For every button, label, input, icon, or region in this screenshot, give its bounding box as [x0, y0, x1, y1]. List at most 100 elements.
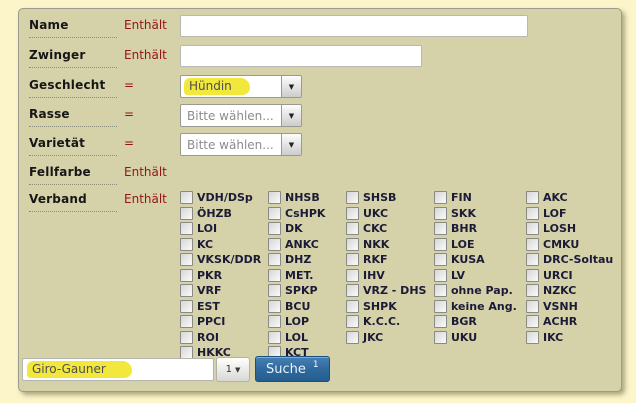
- checkbox-item-ihv[interactable]: IHV: [346, 268, 434, 284]
- checkbox-item-akc[interactable]: AKC: [526, 190, 621, 206]
- checkbox-box[interactable]: [434, 253, 447, 266]
- checkbox-item-uku[interactable]: UKU: [434, 330, 526, 346]
- checkbox-item-bgr[interactable]: BGR: [434, 314, 526, 330]
- quick-search-input[interactable]: Giro-Gauner: [22, 358, 214, 381]
- checkbox-box[interactable]: [346, 269, 359, 282]
- checkbox-box[interactable]: [346, 222, 359, 235]
- checkbox-box[interactable]: [346, 300, 359, 313]
- suche-button[interactable]: Suche 1: [255, 356, 330, 382]
- checkbox-item-nzkc[interactable]: NZKC: [526, 283, 621, 299]
- checkbox-box[interactable]: [434, 238, 447, 251]
- checkbox-box[interactable]: [268, 253, 281, 266]
- checkbox-box[interactable]: [526, 238, 539, 251]
- checkbox-item-achr[interactable]: ACHR: [526, 314, 621, 330]
- checkbox-item-loi[interactable]: LOI: [180, 221, 268, 237]
- checkbox-item-shpk[interactable]: SHPK: [346, 299, 434, 315]
- checkbox-box[interactable]: [434, 284, 447, 297]
- checkbox-box[interactable]: [180, 238, 193, 251]
- checkbox-item-lof[interactable]: LOF: [526, 206, 621, 222]
- checkbox-box[interactable]: [346, 207, 359, 220]
- checkbox-box[interactable]: [346, 315, 359, 328]
- checkbox-box[interactable]: [180, 331, 193, 344]
- checkbox-item-pkr[interactable]: PKR: [180, 268, 268, 284]
- checkbox-item-ckc[interactable]: CKC: [346, 221, 434, 237]
- checkbox-box[interactable]: [346, 331, 359, 344]
- checkbox-item-ankc[interactable]: ANKC: [268, 237, 346, 253]
- checkbox-box[interactable]: [526, 315, 539, 328]
- dropdown-arrow-icon[interactable]: ▼: [281, 134, 301, 155]
- checkbox-item-lop[interactable]: LOP: [268, 314, 346, 330]
- checkbox-item-rkf[interactable]: RKF: [346, 252, 434, 268]
- checkbox-item-ukc[interactable]: UKC: [346, 206, 434, 222]
- checkbox-box[interactable]: [268, 269, 281, 282]
- checkbox-item-kc[interactable]: KC: [180, 237, 268, 253]
- checkbox-box[interactable]: [434, 269, 447, 282]
- checkbox-box[interactable]: [180, 300, 193, 313]
- checkbox-item-spkp[interactable]: SPKP: [268, 283, 346, 299]
- checkbox-item-bhr[interactable]: BHR: [434, 221, 526, 237]
- checkbox-item-fin[interactable]: FIN: [434, 190, 526, 206]
- checkbox-item-shsb[interactable]: SHSB: [346, 190, 434, 206]
- checkbox-box[interactable]: [526, 269, 539, 282]
- checkbox-box[interactable]: [180, 269, 193, 282]
- checkbox-item-lol[interactable]: LOL: [268, 330, 346, 346]
- checkbox-item-vrf[interactable]: VRF: [180, 283, 268, 299]
- checkbox-item-dk[interactable]: DK: [268, 221, 346, 237]
- checkbox-item-jkc[interactable]: JKC: [346, 330, 434, 346]
- checkbox-item-drc-soltau[interactable]: DRC-Soltau: [526, 252, 621, 268]
- checkbox-box[interactable]: [268, 191, 281, 204]
- checkbox-item-vrz-dhs[interactable]: VRZ - DHS: [346, 283, 434, 299]
- checkbox-box[interactable]: [180, 315, 193, 328]
- checkbox-item-ikc[interactable]: IKC: [526, 330, 621, 346]
- checkbox-box[interactable]: [180, 222, 193, 235]
- checkbox-box[interactable]: [526, 191, 539, 204]
- checkbox-box[interactable]: [346, 191, 359, 204]
- dropdown-arrow-icon[interactable]: ▼: [281, 76, 301, 97]
- checkbox-box[interactable]: [434, 191, 447, 204]
- name-input[interactable]: [180, 15, 528, 37]
- checkbox-box[interactable]: [434, 222, 447, 235]
- checkbox-item-kusa[interactable]: KUSA: [434, 252, 526, 268]
- checkbox-item-lv[interactable]: LV: [434, 268, 526, 284]
- checkbox-box[interactable]: [526, 253, 539, 266]
- page-selector[interactable]: 1 ▼: [216, 357, 250, 382]
- checkbox-item-met[interactable]: MET.: [268, 268, 346, 284]
- checkbox-box[interactable]: [526, 331, 539, 344]
- checkbox-item-cmku[interactable]: CMKU: [526, 237, 621, 253]
- geschlecht-select[interactable]: Hündin ▼: [180, 75, 302, 98]
- checkbox-item-ppci[interactable]: PPCI: [180, 314, 268, 330]
- checkbox-item-keine-ang[interactable]: keine Ang.: [434, 299, 526, 315]
- checkbox-box[interactable]: [268, 331, 281, 344]
- checkbox-item-bcu[interactable]: BCU: [268, 299, 346, 315]
- checkbox-box[interactable]: [434, 315, 447, 328]
- checkbox-item-vdh-dsp[interactable]: VDH/DSp: [180, 190, 268, 206]
- checkbox-box[interactable]: [268, 222, 281, 235]
- checkbox-item-nkk[interactable]: NKK: [346, 237, 434, 253]
- checkbox-box[interactable]: [180, 284, 193, 297]
- checkbox-item-losh[interactable]: LOSH: [526, 221, 621, 237]
- checkbox-item-urci[interactable]: URCI: [526, 268, 621, 284]
- varietaet-select[interactable]: Bitte wählen... ▼: [180, 133, 302, 156]
- checkbox-item-ohne-pap[interactable]: ohne Pap.: [434, 283, 526, 299]
- dropdown-arrow-icon[interactable]: ▼: [281, 105, 301, 126]
- checkbox-box[interactable]: [268, 300, 281, 313]
- checkbox-item-skk[interactable]: SKK: [434, 206, 526, 222]
- zwinger-input[interactable]: [180, 45, 422, 67]
- checkbox-item-dhz[interactable]: DHZ: [268, 252, 346, 268]
- checkbox-box[interactable]: [268, 238, 281, 251]
- checkbox-box[interactable]: [346, 253, 359, 266]
- checkbox-box[interactable]: [434, 207, 447, 220]
- rasse-select[interactable]: Bitte wählen... ▼: [180, 104, 302, 127]
- checkbox-box[interactable]: [434, 331, 447, 344]
- checkbox-box[interactable]: [434, 300, 447, 313]
- checkbox-box[interactable]: [268, 207, 281, 220]
- checkbox-box[interactable]: [180, 207, 193, 220]
- checkbox-box[interactable]: [180, 253, 193, 266]
- checkbox-item-öhzb[interactable]: ÖHZB: [180, 206, 268, 222]
- checkbox-box[interactable]: [526, 284, 539, 297]
- checkbox-box[interactable]: [346, 238, 359, 251]
- checkbox-item-k-c-c[interactable]: K.C.C.: [346, 314, 434, 330]
- checkbox-box[interactable]: [180, 191, 193, 204]
- checkbox-item-roi[interactable]: ROI: [180, 330, 268, 346]
- checkbox-item-nhsb[interactable]: NHSB: [268, 190, 346, 206]
